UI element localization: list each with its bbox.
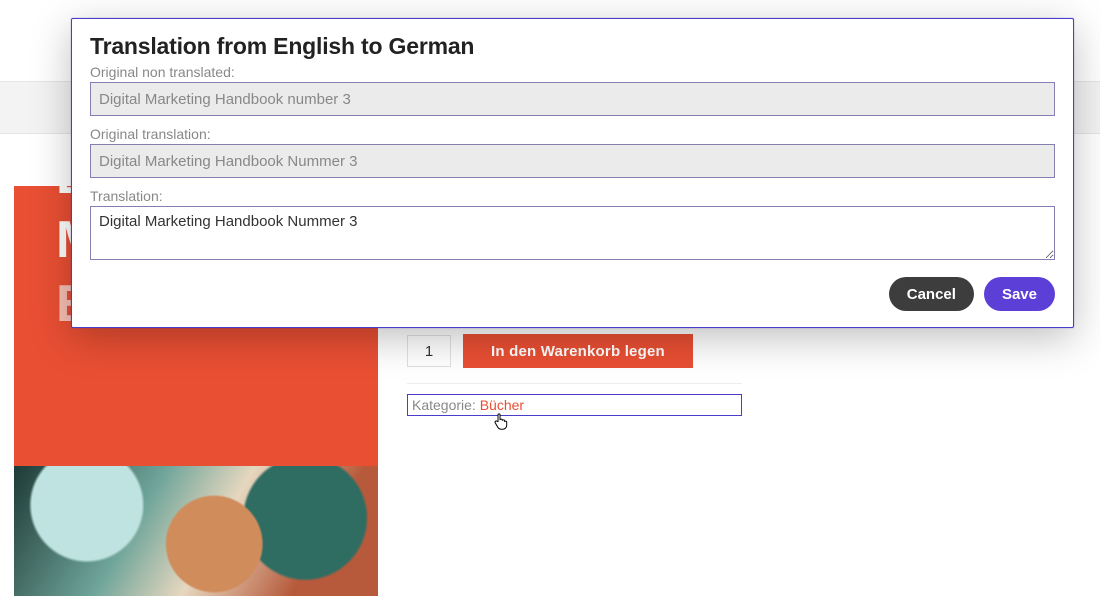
category-link[interactable]: Bücher [480,397,524,413]
save-button[interactable]: Save [984,277,1055,311]
original-non-translated-label: Original non translated: [90,64,1055,80]
original-non-translated-input [90,82,1055,116]
cancel-button[interactable]: Cancel [889,277,974,311]
product-meta: Kategorie: Bücher [407,383,742,416]
purchase-row: In den Warenkorb legen [407,334,693,368]
original-translation-label: Original translation: [90,126,1055,142]
category-label: Kategorie: [412,397,480,413]
translation-textarea[interactable]: Digital Marketing Handbook Nummer 3 [90,206,1055,260]
quantity-input[interactable] [407,335,451,367]
modal-footer: Cancel Save [90,277,1055,311]
translation-label: Translation: [90,188,1055,204]
add-to-cart-button[interactable]: In den Warenkorb legen [463,334,693,368]
translation-modal: Translation from English to German Origi… [71,18,1074,328]
modal-title: Translation from English to German [90,33,1055,60]
category-highlight-box[interactable]: Kategorie: Bücher [407,394,742,416]
original-translation-input [90,144,1055,178]
cover-artwork [14,466,378,596]
